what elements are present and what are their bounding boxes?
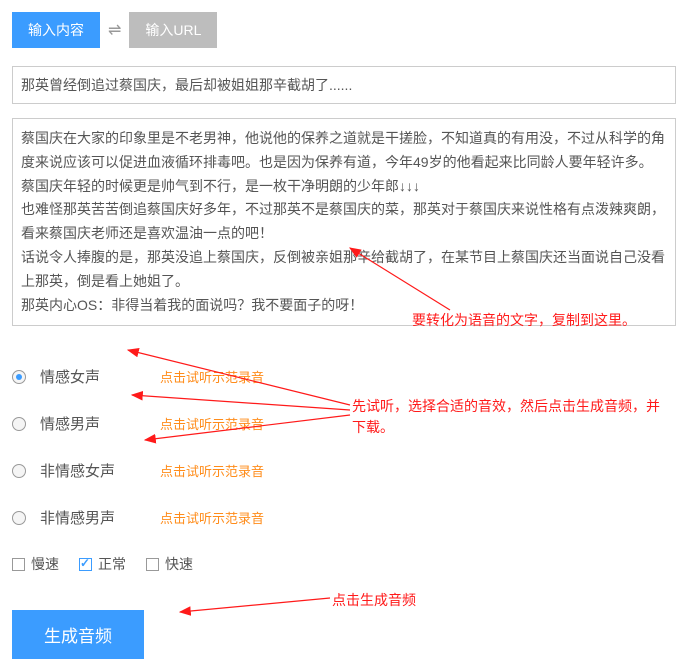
voice-label: 情感女声 xyxy=(40,366,140,387)
title-input[interactable]: 那英曾经倒追过蔡国庆，最后却被姐姐那辛截胡了...... xyxy=(12,66,676,104)
annotation-copy-text: 要转化为语音的文字，复制到这里。 xyxy=(412,310,636,330)
listen-sample-link[interactable]: 点击试听示范录音 xyxy=(160,508,264,527)
speed-slow-checkbox[interactable]: 慢速 xyxy=(12,554,59,574)
tab-input-url[interactable]: 输入URL xyxy=(129,12,217,48)
tab-input-content[interactable]: 输入内容 xyxy=(12,12,100,48)
speed-label: 慢速 xyxy=(31,554,59,574)
radio-emotional-female[interactable] xyxy=(12,370,26,384)
content-textarea[interactable]: 蔡国庆在大家的印象里是不老男神，他说他的保养之道就是干搓脸，不知道真的有用没，不… xyxy=(12,118,676,326)
body-line: 也难怪那英苦苦倒追蔡国庆好多年，不过那英不是蔡国庆的菜，那英对于蔡国庆来说性格有… xyxy=(21,198,667,246)
speed-normal-checkbox[interactable]: 正常 xyxy=(79,554,126,574)
voice-label: 非情感女声 xyxy=(40,460,140,481)
annotation-generate: 点击生成音频 xyxy=(332,590,416,610)
body-line: 话说令人捧腹的是，那英没追上蔡国庆，反倒被亲姐那辛给截胡了，在某节目上蔡国庆还当… xyxy=(21,246,667,294)
speed-fast-checkbox[interactable]: 快速 xyxy=(146,554,193,574)
checkbox-icon xyxy=(79,558,92,571)
radio-emotional-male[interactable] xyxy=(12,417,26,431)
voice-label: 非情感男声 xyxy=(40,507,140,528)
listen-sample-link[interactable]: 点击试听示范录音 xyxy=(160,461,264,480)
swap-icon: ⇌ xyxy=(108,20,121,40)
listen-sample-link[interactable]: 点击试听示范录音 xyxy=(160,414,264,433)
speed-label: 正常 xyxy=(98,554,126,574)
voice-label: 情感男声 xyxy=(40,413,140,434)
body-line: 蔡国庆在大家的印象里是不老男神，他说他的保养之道就是干搓脸，不知道真的有用没，不… xyxy=(21,127,667,175)
checkbox-icon xyxy=(146,558,159,571)
listen-sample-link[interactable]: 点击试听示范录音 xyxy=(160,367,264,386)
annotation-preview: 先试听，选择合适的音效，然后点击生成音频，并下载。 xyxy=(352,396,672,438)
radio-plain-female[interactable] xyxy=(12,464,26,478)
generate-audio-button[interactable]: 生成音频 xyxy=(12,610,144,659)
body-line: 蔡国庆年轻的时候更是帅气到不行，是一枚干净明朗的少年郎↓↓↓ xyxy=(21,175,667,199)
checkbox-icon xyxy=(12,558,25,571)
speed-label: 快速 xyxy=(165,554,193,574)
radio-plain-male[interactable] xyxy=(12,511,26,525)
